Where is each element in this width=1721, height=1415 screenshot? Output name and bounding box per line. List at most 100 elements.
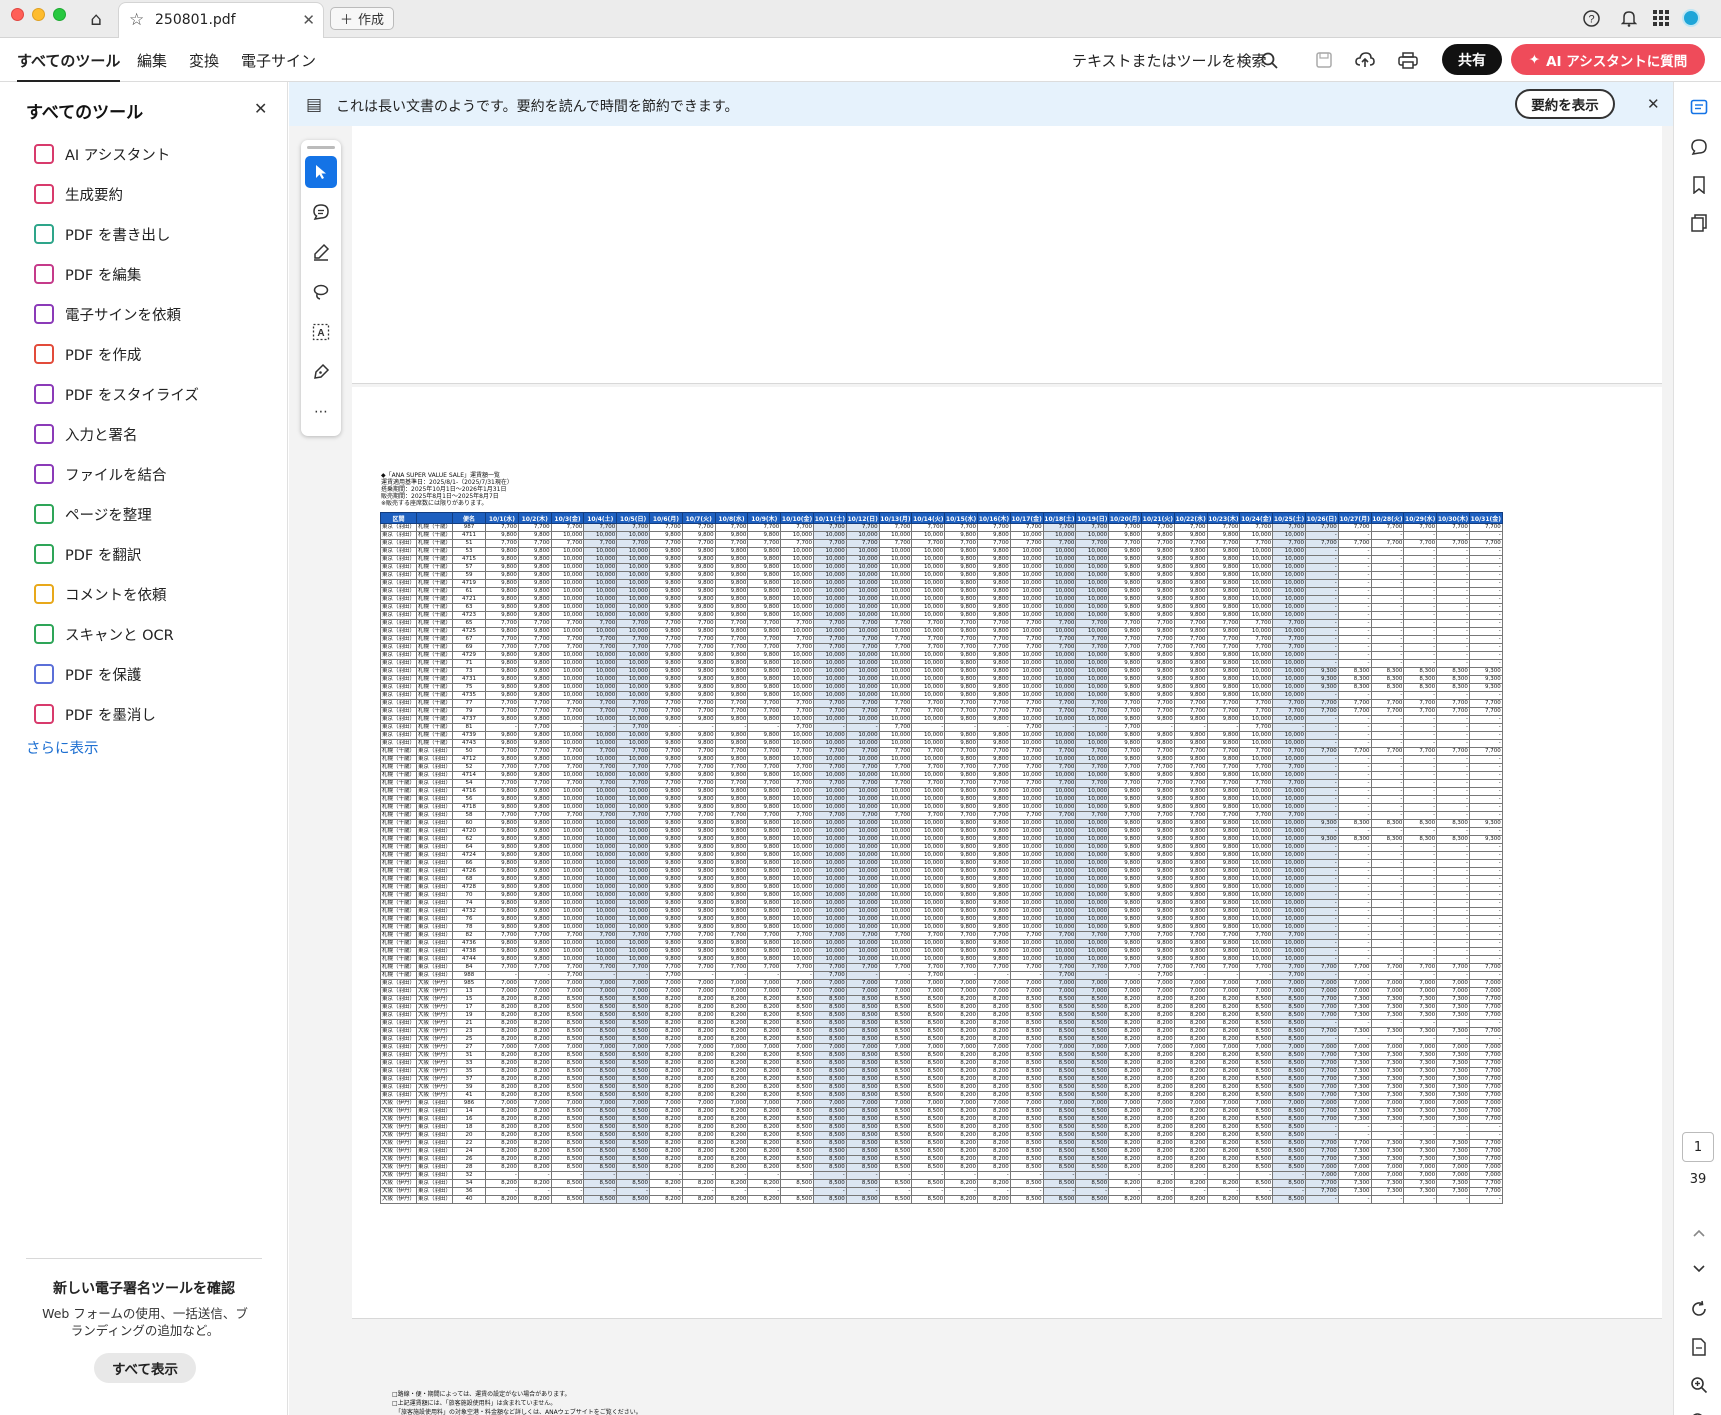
table-cell: 7,000: [1370, 1043, 1405, 1052]
create-button[interactable]: ＋ 作成: [330, 7, 395, 30]
table-cell: -: [1436, 627, 1470, 636]
table-cell: 10,000: [583, 547, 618, 556]
table-cell: 10,000: [1239, 691, 1274, 700]
search-tools-field[interactable]: テキストまたはツールを検索: [1072, 50, 1267, 71]
show-summary-button[interactable]: 要約を表示: [1515, 89, 1615, 119]
highlight-pen-icon[interactable]: [305, 236, 337, 268]
share-button[interactable]: 共有: [1442, 44, 1502, 75]
page-down-icon[interactable]: [1688, 1258, 1710, 1280]
pages-panel-icon[interactable]: [1688, 212, 1710, 234]
star-icon[interactable]: ☆: [129, 10, 144, 30]
menu-all-tools[interactable]: すべてのツール: [17, 50, 121, 83]
tool-item[interactable]: 生成要約: [0, 174, 288, 214]
table-cell: 東京（羽田）: [416, 1107, 454, 1116]
table-cell: 8,300: [1337, 667, 1372, 676]
tool-item[interactable]: PDF を墨消し: [0, 694, 288, 734]
table-cell: 7,700: [944, 523, 978, 532]
tool-item[interactable]: コメントを依頼: [0, 574, 288, 614]
home-icon[interactable]: ⌂: [84, 7, 108, 31]
page-up-icon[interactable]: [1688, 1222, 1710, 1244]
table-cell: -: [1403, 859, 1438, 868]
tool-item[interactable]: PDF を作成: [0, 334, 288, 374]
draw-lasso-icon[interactable]: [305, 276, 337, 308]
tool-item[interactable]: スキャンと OCR: [0, 614, 288, 654]
table-cell: 7,300: [1436, 1003, 1470, 1012]
table-cell: 9,800: [714, 555, 749, 564]
cloud-upload-icon[interactable]: [1352, 47, 1378, 73]
zoom-window-button[interactable]: [53, 8, 66, 21]
close-tab-icon[interactable]: ✕: [302, 11, 315, 29]
table-cell: 7,700: [485, 635, 519, 644]
menu-e-sign[interactable]: 電子サイン: [241, 50, 316, 71]
table-cell: 9,800: [1206, 955, 1241, 964]
menu-edit[interactable]: 編集: [137, 50, 167, 71]
tool-item[interactable]: ファイルを結合: [0, 454, 288, 494]
avatar[interactable]: [1682, 9, 1700, 27]
tool-item[interactable]: ページを整理: [0, 494, 288, 534]
all-tools-panel: すべてのツール ✕ AI アシスタント 生成要約 PDF を書き出し PDF を編集電…: [0, 82, 288, 1415]
table-cell: 8,200: [1108, 1115, 1142, 1124]
comments-panel-icon[interactable]: [1688, 136, 1710, 158]
document-viewer[interactable]: ▤ これは長い文書のようです。要約を読んで時間を節約できます。 要約を表示 ✕ …: [289, 82, 1673, 1415]
show-all-button[interactable]: すべて表示: [94, 1353, 196, 1383]
apps-grid-icon[interactable]: [1651, 8, 1671, 28]
table-cell: 7,700: [550, 619, 585, 628]
table-row: 札幌（千歳） 東京（羽田） 62 9,800 9,800 10,000 10,000 10,0…: [379, 835, 1503, 844]
tool-item[interactable]: PDF を翻訳: [0, 534, 288, 574]
help-icon[interactable]: ?: [1581, 8, 1601, 28]
table-cell: 10,000: [878, 819, 913, 828]
table-cell: 10,000: [1272, 683, 1306, 692]
comment-icon[interactable]: [305, 196, 337, 228]
page-fit-icon[interactable]: [1688, 1336, 1710, 1358]
text-box-icon[interactable]: A: [305, 316, 337, 348]
tool-item[interactable]: PDF を編集: [0, 254, 288, 294]
table-cell: 7,700: [976, 963, 1011, 972]
close-banner-icon[interactable]: ✕: [1647, 95, 1660, 113]
table-cell: 7,700: [583, 931, 618, 940]
table-cell: 大阪（伊丹）: [379, 1179, 418, 1188]
table-cell: 8,500: [780, 1123, 814, 1132]
more-tools-icon[interactable]: ⋯: [305, 396, 337, 428]
toolbar-drag-handle[interactable]: [307, 146, 335, 149]
save-icon[interactable]: [1311, 47, 1337, 73]
table-cell: 8,200: [1173, 1179, 1208, 1188]
tool-item[interactable]: PDF を保護: [0, 654, 288, 694]
rotate-icon[interactable]: [1688, 1298, 1710, 1320]
document-tab[interactable]: ☆ 250801.pdf ✕: [118, 2, 324, 38]
tool-item[interactable]: PDF をスタイライズ: [0, 374, 288, 414]
print-icon[interactable]: [1395, 47, 1421, 73]
search-icon[interactable]: [1256, 47, 1282, 73]
show-more-link[interactable]: さらに表示: [26, 737, 99, 758]
zoom-in-icon[interactable]: [1688, 1374, 1710, 1396]
table-cell: 8,500: [878, 1035, 913, 1044]
page-number-input[interactable]: 1: [1682, 1132, 1714, 1162]
ai-assistant-button[interactable]: ✦ AI アシスタントに質問: [1511, 44, 1705, 75]
zoom-out-icon[interactable]: [1688, 1410, 1710, 1415]
tool-item[interactable]: PDF を書き出し: [0, 214, 288, 254]
close-window-button[interactable]: [11, 8, 24, 21]
tool-item[interactable]: AI アシスタント: [0, 134, 288, 174]
table-cell: 9,800: [976, 683, 1011, 692]
table-cell: 7,700: [1206, 811, 1241, 820]
sign-pen-icon[interactable]: [305, 356, 337, 388]
select-cursor-icon[interactable]: [305, 156, 337, 188]
menu-convert[interactable]: 変換: [189, 50, 219, 71]
table-cell: -: [747, 1187, 782, 1196]
close-panel-icon[interactable]: ✕: [254, 99, 267, 118]
tool-item[interactable]: 電子サインを依頼: [0, 294, 288, 334]
table-cell: 7,700: [1436, 523, 1470, 532]
bookmarks-panel-icon[interactable]: [1688, 174, 1710, 196]
summary-panel-icon[interactable]: [1688, 96, 1710, 118]
table-cell: 10,000: [1042, 947, 1077, 956]
table-cell: 8,200: [1206, 1147, 1241, 1156]
table-cell: 8,200: [485, 1027, 519, 1036]
table-cell: 8,200: [944, 1019, 978, 1028]
table-cell: -: [1337, 971, 1372, 980]
minimize-window-button[interactable]: [32, 8, 45, 21]
table-cell: -: [1436, 619, 1470, 628]
bell-icon[interactable]: [1619, 8, 1639, 28]
tool-item[interactable]: 入力と署名: [0, 414, 288, 454]
table-cell: 7,700: [944, 539, 978, 548]
table-cell: 7,700: [1042, 707, 1077, 716]
table-cell: 10,000: [813, 563, 847, 572]
